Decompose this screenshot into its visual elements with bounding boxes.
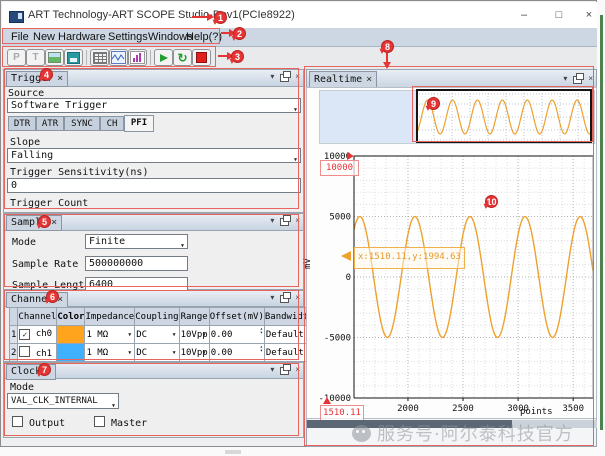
annotation-marker-1: 1 [214,11,227,24]
title-bar: ART Technology-ART SCOPE Studio-Dev1(PCI… [2,2,597,28]
annotation-arrow-1 [192,16,207,18]
annotation-marker-9: 9 [427,97,440,110]
annotation-arrow-2 [221,32,229,34]
annotation-marker-8: 8 [381,40,394,53]
annotation-box-trigger [4,68,299,209]
screenshot-root: ART Technology-ART SCOPE Studio-Dev1(PCI… [0,0,605,456]
annotation-marker-4: 4 [40,68,53,81]
app-icon [9,11,24,23]
annotation-box-selection [412,86,593,142]
annotation-marker-10: 10 [485,195,498,208]
annotation-arrow-3 [218,55,227,57]
annotation-box-toolbar [2,46,216,67]
annotation-box-menubar [2,28,220,44]
watermark: 服务号·阿尔泰科技官方 [352,420,574,446]
annotation-marker-2: 2 [233,27,246,40]
annotation-marker-6: 6 [46,290,59,303]
minimize-button[interactable]: – [513,8,535,24]
annotation-marker-5: 5 [38,215,51,228]
wechat-icon [352,425,371,442]
caption-fragment [225,450,241,454]
annotation-marker-3: 3 [231,50,244,63]
window-edge-artifact [600,15,603,430]
maximize-button[interactable]: □ [548,8,570,24]
annotation-marker-7: 7 [38,363,51,376]
watermark-text: 服务号·阿尔泰科技官方 [377,420,574,446]
close-button[interactable]: × [578,8,600,24]
window-title: ART Technology-ART SCOPE Studio-Dev1(PCI… [28,9,295,21]
